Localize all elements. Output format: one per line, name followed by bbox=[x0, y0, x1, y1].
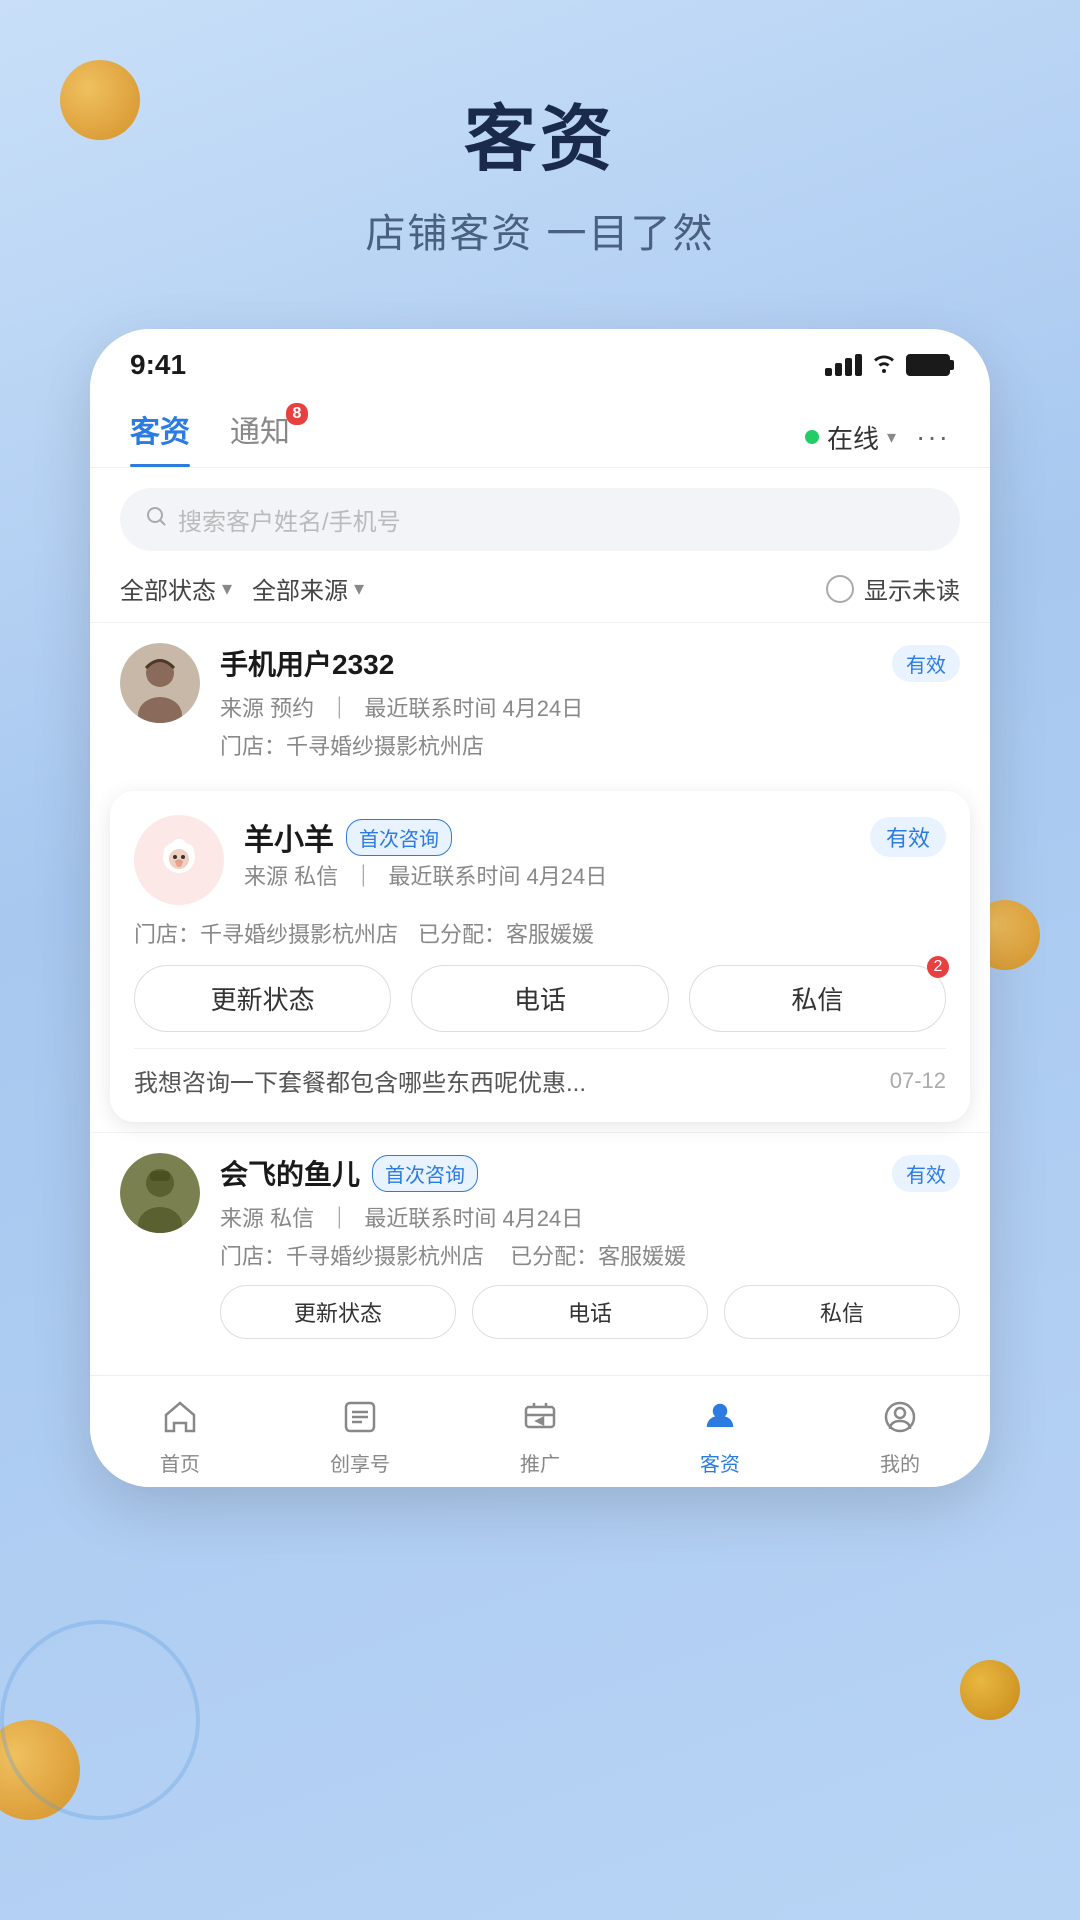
expanded-store-row: 门店：千寻婚纱摄影杭州店 已分配：客服媛媛 bbox=[134, 917, 946, 949]
message-time: 07-12 bbox=[890, 1068, 946, 1094]
customer-name-1: 手机用户2332 bbox=[220, 643, 394, 683]
app-nav: 客资 通知 8 在线 ▾ ··· bbox=[90, 391, 990, 468]
expanded-name-row: 羊小羊 首次咨询 有效 bbox=[244, 815, 946, 859]
avatar-1 bbox=[120, 643, 200, 723]
blue-curve-decoration bbox=[0, 1620, 200, 1820]
message-preview: 我想咨询一下套餐都包含哪些东西呢优惠... 07-12 bbox=[134, 1048, 946, 1098]
private-msg-badge: 2 bbox=[927, 956, 949, 978]
page-subtitle: 店铺客资 一目了然 bbox=[0, 201, 1080, 259]
battery-icon bbox=[906, 354, 950, 376]
customer-meta-1: 来源 预约 ｜ 最近联系时间 4月24日 bbox=[220, 691, 960, 723]
online-dot bbox=[805, 430, 819, 444]
expanded-header: 羊小羊 首次咨询 有效 来源 私信 ｜ 最近联系时间 4月24日 bbox=[134, 815, 946, 905]
search-icon bbox=[144, 504, 168, 535]
valid-tag: 有效 bbox=[870, 817, 946, 857]
home-label: 首页 bbox=[160, 1448, 200, 1477]
keizi-icon bbox=[695, 1392, 745, 1442]
keizi-label: 客资 bbox=[700, 1448, 740, 1477]
first-consult-tag: 首次咨询 bbox=[346, 819, 452, 856]
status-icons bbox=[825, 351, 950, 379]
expanded-card-yangxiaoyang[interactable]: 羊小羊 首次咨询 有效 来源 私信 ｜ 最近联系时间 4月24日 门店：千寻婚纱… bbox=[110, 791, 970, 1122]
private-msg-button[interactable]: 私信 2 bbox=[689, 965, 946, 1032]
update-status-button-2[interactable]: 更新状态 bbox=[220, 1285, 456, 1339]
customer-name-2: 会飞的鱼儿 bbox=[220, 1153, 360, 1193]
customer-meta-2: 来源 私信 ｜ 最近联系时间 4月24日 bbox=[220, 1201, 960, 1233]
expanded-meta: 来源 私信 ｜ 最近联系时间 4月24日 bbox=[244, 859, 946, 891]
sheep-avatar bbox=[134, 815, 224, 905]
first-consult-tag-2: 首次咨询 bbox=[372, 1155, 478, 1192]
phone-button[interactable]: 电话 bbox=[411, 965, 668, 1032]
online-status[interactable]: 在线 ▾ bbox=[805, 419, 896, 456]
tab-notice[interactable]: 通知 8 bbox=[230, 407, 290, 467]
customer-item-1[interactable]: 手机用户2332 有效 来源 预约 ｜ 最近联系时间 4月24日 门店：千寻婚纱… bbox=[90, 622, 990, 781]
page-title: 客资 bbox=[0, 80, 1080, 185]
nav-right: 在线 ▾ ··· bbox=[805, 419, 950, 456]
bottom-nav-tuiguang[interactable]: 推广 bbox=[450, 1392, 630, 1477]
notice-badge: 8 bbox=[286, 403, 308, 425]
unread-circle-icon bbox=[826, 575, 854, 603]
mine-label: 我的 bbox=[880, 1448, 920, 1477]
customer-store-1: 门店：千寻婚纱摄影杭州店 bbox=[220, 729, 960, 761]
phone-mockup: 9:41 客资 通知 8 bbox=[90, 329, 990, 1487]
signal-icon bbox=[825, 354, 862, 376]
tab-keizi[interactable]: 客资 bbox=[130, 407, 190, 467]
chuangxiang-label: 创享号 bbox=[330, 1448, 390, 1477]
customer-info-2: 会飞的鱼儿 首次咨询 有效 来源 私信 ｜ 最近联系时间 4月24日 门店：千寻… bbox=[220, 1153, 960, 1355]
customer-tag-1: 有效 bbox=[892, 645, 960, 682]
mine-icon bbox=[875, 1392, 925, 1442]
action-buttons-2: 更新状态 电话 私信 bbox=[220, 1285, 960, 1339]
action-buttons: 更新状态 电话 私信 2 bbox=[134, 965, 946, 1032]
customer-tag-2: 有效 bbox=[892, 1155, 960, 1192]
bottom-nav-home[interactable]: 首页 bbox=[90, 1392, 270, 1477]
bottom-nav-mine[interactable]: 我的 bbox=[810, 1392, 990, 1477]
search-bar[interactable]: 搜索客户姓名/手机号 bbox=[120, 488, 960, 551]
status-bar: 9:41 bbox=[90, 329, 990, 391]
search-placeholder: 搜索客户姓名/手机号 bbox=[178, 502, 401, 537]
bottom-nav-chuangxiang[interactable]: 创享号 bbox=[270, 1392, 450, 1477]
wifi-icon bbox=[870, 351, 898, 379]
show-unread-toggle[interactable]: 显示未读 bbox=[826, 571, 960, 606]
filter-row: 全部状态 ▾ 全部来源 ▾ 显示未读 bbox=[90, 571, 990, 622]
customer-store-2: 门店：千寻婚纱摄影杭州店 已分配：客服媛媛 bbox=[220, 1239, 960, 1271]
status-time: 9:41 bbox=[130, 349, 186, 381]
update-status-button[interactable]: 更新状态 bbox=[134, 965, 391, 1032]
customer-item-2[interactable]: 会飞的鱼儿 首次咨询 有效 来源 私信 ｜ 最近联系时间 4月24日 门店：千寻… bbox=[90, 1132, 990, 1375]
avatar-2 bbox=[120, 1153, 200, 1233]
private-msg-button-2[interactable]: 私信 bbox=[724, 1285, 960, 1339]
source-filter-chevron: ▾ bbox=[354, 576, 364, 601]
home-icon bbox=[155, 1392, 205, 1442]
status-filter-chevron: ▾ bbox=[222, 576, 232, 601]
page-header: 客资 店铺客资 一目了然 bbox=[0, 0, 1080, 289]
message-text: 我想咨询一下套餐都包含哪些东西呢优惠... bbox=[134, 1063, 870, 1098]
more-button[interactable]: ··· bbox=[916, 421, 950, 453]
status-filter[interactable]: 全部状态 ▾ bbox=[120, 571, 232, 606]
bottom-nav-keizi[interactable]: 客资 bbox=[630, 1392, 810, 1477]
deco-ball-bottom-right bbox=[960, 1660, 1020, 1720]
phone-button-2[interactable]: 电话 bbox=[472, 1285, 708, 1339]
source-filter[interactable]: 全部来源 ▾ bbox=[252, 571, 364, 606]
deco-ball-top-left bbox=[60, 60, 140, 140]
chuangxiang-icon bbox=[335, 1392, 385, 1442]
customer-info-1: 手机用户2332 有效 来源 预约 ｜ 最近联系时间 4月24日 门店：千寻婚纱… bbox=[220, 643, 960, 761]
expanded-customer-name: 羊小羊 bbox=[244, 815, 334, 859]
tuiguang-icon bbox=[515, 1392, 565, 1442]
bottom-nav: 首页 创享号 推广 bbox=[90, 1375, 990, 1487]
tuiguang-label: 推广 bbox=[520, 1448, 560, 1477]
